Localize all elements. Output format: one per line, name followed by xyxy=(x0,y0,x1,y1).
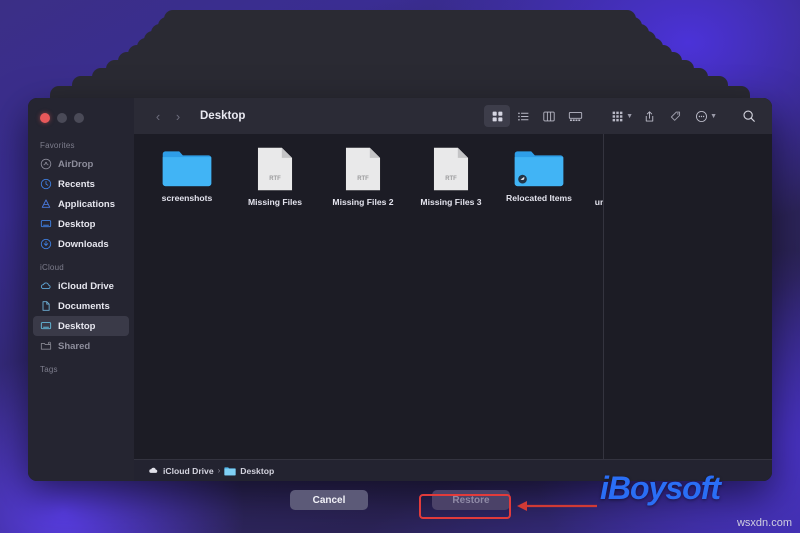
sidebar-item-shared[interactable]: Shared xyxy=(33,336,129,356)
back-button[interactable]: ‹ xyxy=(148,104,168,128)
file-item-missing-files-2[interactable]: RTF Missing Files 2 xyxy=(324,146,402,207)
sidebar-item-label: Downloads xyxy=(58,238,109,250)
restore-highlight-annotation xyxy=(419,494,511,519)
file-item-missing-files[interactable]: RTF Missing Files xyxy=(236,146,314,207)
folder-icon xyxy=(224,466,236,475)
file-name: Missing Files 2 xyxy=(332,197,394,207)
file-name: ur xyxy=(594,197,604,207)
sidebar-item-label: Shared xyxy=(58,340,91,352)
sidebar-item-label: Documents xyxy=(58,300,110,312)
folder-icon xyxy=(162,151,212,187)
breadcrumb-label: Desktop xyxy=(240,465,275,476)
close-button-icon[interactable] xyxy=(40,113,50,123)
minimize-button-icon[interactable] xyxy=(57,113,67,123)
list-view-button[interactable] xyxy=(510,105,536,127)
column-divider xyxy=(603,134,604,459)
rtf-document-icon: RTF xyxy=(257,147,293,191)
finder-window: Favorites AirDrop Recents Applications D… xyxy=(28,98,772,481)
sidebar-section-favorites-title: Favorites xyxy=(40,141,75,150)
sidebar-item-label: Recents xyxy=(58,178,95,190)
gallery-view-button[interactable] xyxy=(562,105,588,127)
share-icon xyxy=(645,110,653,122)
chevron-down-icon[interactable]: ▼ xyxy=(710,113,717,120)
screenshot-root: Favorites AirDrop Recents Applications D… xyxy=(0,0,800,533)
file-grid: screenshots RTF Missing Files RTF Missin… xyxy=(134,134,772,459)
file-row: screenshots RTF Missing Files RTF Missin… xyxy=(134,134,772,207)
sidebar-section-tags-title: Tags xyxy=(40,365,58,374)
file-name: Missing Files 3 xyxy=(420,197,482,207)
sidebar-item-label: Applications xyxy=(58,198,116,210)
sidebar-item-icloud-drive[interactable]: iCloud Drive xyxy=(33,276,129,296)
downloads-icon xyxy=(40,238,52,250)
applications-icon xyxy=(41,199,51,208)
search-icon xyxy=(743,110,755,122)
column-view-button[interactable] xyxy=(536,105,562,127)
sidebar-item-desktop-fav[interactable]: Desktop xyxy=(33,214,129,234)
watermark-site: wsxdn.com xyxy=(736,517,792,529)
annotation-arrow-icon xyxy=(517,501,597,511)
rtf-document-icon: RTF xyxy=(433,147,469,191)
breadcrumb-label: iCloud Drive xyxy=(163,465,214,476)
sidebar-item-recents[interactable]: Recents xyxy=(33,174,129,194)
desktop-icon xyxy=(40,322,52,330)
column-view-icon xyxy=(543,111,555,121)
watermark-brand: iBoysoft xyxy=(600,470,721,506)
rtf-badge-label: RTF xyxy=(269,176,281,182)
sidebar-item-downloads[interactable]: Downloads xyxy=(33,234,129,254)
chevron-down-icon[interactable]: ▼ xyxy=(626,113,633,120)
share-button[interactable] xyxy=(636,105,662,127)
maximize-button-icon[interactable] xyxy=(74,113,84,123)
group-by-icon xyxy=(612,111,622,121)
sidebar-item-label: Desktop xyxy=(58,320,96,332)
document-icon xyxy=(42,301,50,311)
desktop-icon xyxy=(40,220,52,228)
alias-arrow-badge xyxy=(518,174,527,184)
clock-icon xyxy=(40,178,52,190)
sidebar-item-label: iCloud Drive xyxy=(58,280,114,292)
airdrop-icon xyxy=(40,158,52,170)
rtf-badge-label: RTF xyxy=(357,176,369,182)
page-title: Desktop xyxy=(200,110,246,122)
folder-alias-icon xyxy=(514,151,564,187)
tag-icon xyxy=(670,111,680,121)
cloud-icon xyxy=(40,282,51,289)
breadcrumb-item-desktop[interactable]: Desktop xyxy=(224,466,274,476)
toolbar-icon-group: ▼ ▼ xyxy=(484,105,762,127)
traffic-light-buttons xyxy=(28,104,134,132)
file-item-relocated-items[interactable]: Relocated Items xyxy=(500,146,578,207)
breadcrumb-item-icloud-drive[interactable]: iCloud Drive xyxy=(148,465,214,476)
breadcrumb-separator: › xyxy=(217,466,221,475)
sidebar-item-label: Desktop xyxy=(58,218,96,230)
icon-view-icon xyxy=(492,111,502,121)
sidebar-section-icloud-title: iCloud xyxy=(40,263,64,272)
sidebar-item-label: AirDrop xyxy=(58,158,94,170)
file-name: Missing Files xyxy=(248,197,302,207)
window-body: Favorites AirDrop Recents Applications D… xyxy=(28,98,772,481)
rtf-document-icon: RTF xyxy=(345,147,381,191)
gallery-view-icon xyxy=(568,111,582,121)
content-area: ‹ › Desktop ▼ ▼ screenshots RTF Missing … xyxy=(134,98,772,481)
rtf-badge-label: RTF xyxy=(445,176,457,182)
icon-view-button[interactable] xyxy=(484,105,511,127)
file-name: Relocated Items xyxy=(506,193,572,203)
file-name: screenshots xyxy=(161,193,213,203)
cloud-icon xyxy=(149,467,158,473)
cancel-button[interactable]: Cancel xyxy=(290,490,368,510)
search-button[interactable] xyxy=(736,105,762,127)
sidebar-item-airdrop[interactable]: AirDrop xyxy=(33,154,129,174)
file-item-clipped[interactable]: ur xyxy=(588,146,610,207)
file-item-screenshots[interactable]: screenshots xyxy=(148,146,226,207)
forward-button[interactable]: › xyxy=(168,104,188,128)
sidebar-item-applications[interactable]: Applications xyxy=(33,194,129,214)
list-view-icon xyxy=(517,111,528,121)
sidebar-item-desktop-icloud[interactable]: Desktop xyxy=(33,316,129,336)
more-actions-icon xyxy=(695,110,707,122)
sidebar-item-documents[interactable]: Documents xyxy=(33,296,129,316)
file-item-missing-files-3[interactable]: RTF Missing Files 3 xyxy=(412,146,490,207)
shared-folder-icon xyxy=(40,341,52,350)
tag-button[interactable] xyxy=(662,105,688,127)
sidebar: Favorites AirDrop Recents Applications D… xyxy=(28,98,134,481)
toolbar: ‹ › Desktop ▼ ▼ xyxy=(134,98,772,134)
